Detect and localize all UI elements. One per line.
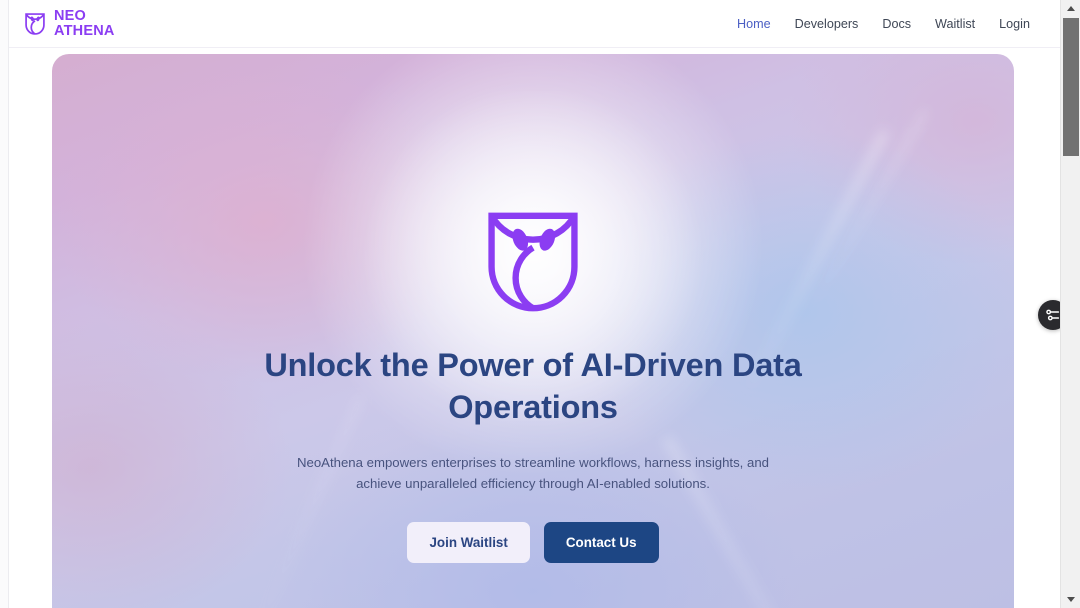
scrollbar-thumb[interactable] [1063,18,1079,156]
settings-sliders-icon [1046,309,1060,321]
scrollbar-up-button[interactable] [1061,0,1080,17]
owl-icon [25,12,45,35]
vertical-scrollbar[interactable] [1060,0,1080,608]
hero-wrapper: Unlock the Power of AI-Driven Data Opera… [9,48,1060,608]
nav-link-developers[interactable]: Developers [795,17,859,31]
owl-icon [488,212,578,312]
hero-section: Unlock the Power of AI-Driven Data Opera… [52,54,1014,608]
hero-subtitle: NeoAthena empowers enterprises to stream… [296,455,770,492]
chevron-down-icon [1067,597,1075,602]
contact-us-button[interactable]: Contact Us [543,522,659,564]
brand-line-1: NEO [54,7,87,24]
browser-viewport: NEO ATHENA Home Developers Docs Waitlist… [0,0,1080,608]
window-left-edge [0,0,9,608]
brand-line-2: ATHENA [54,23,115,39]
chevron-up-icon [1067,6,1075,11]
join-waitlist-button[interactable]: Join Waitlist [407,522,530,564]
page-title: Unlock the Power of AI-Driven Data Opera… [264,347,802,425]
primary-navigation: Home Developers Docs Waitlist Login [737,17,1050,31]
scrollbar-down-button[interactable] [1061,591,1080,608]
brand-logo[interactable]: NEO ATHENA [23,7,115,39]
nav-link-login[interactable]: Login [999,17,1030,31]
hero-content: Unlock the Power of AI-Driven Data Opera… [52,54,1014,608]
nav-link-home[interactable]: Home [737,17,771,31]
site-header: NEO ATHENA Home Developers Docs Waitlist… [9,0,1060,48]
nav-link-docs[interactable]: Docs [882,17,911,31]
hero-cta-row: Join Waitlist Contact Us [407,522,659,564]
brand-text: NEO ATHENA [54,7,115,39]
nav-link-waitlist[interactable]: Waitlist [935,17,975,31]
